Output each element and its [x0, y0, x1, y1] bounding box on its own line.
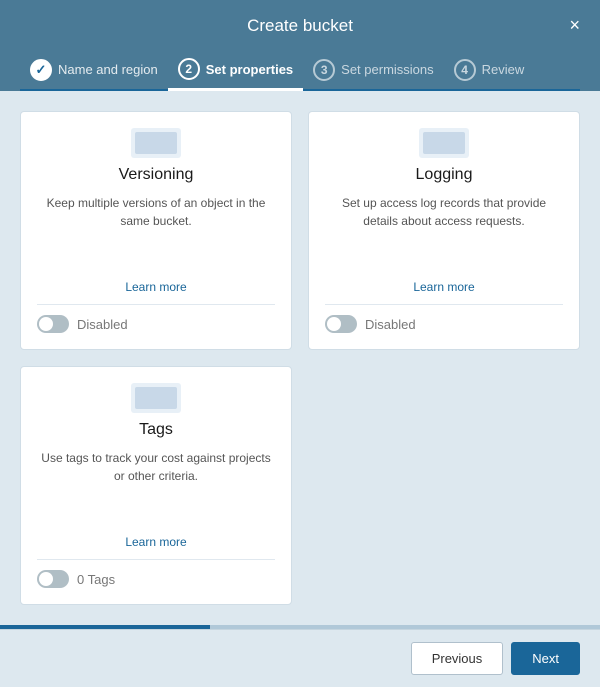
tags-card: Tags Use tags to track your cost against… — [20, 366, 292, 605]
step-1-number: ✓ — [30, 59, 52, 81]
logging-title: Logging — [416, 166, 473, 184]
step-3-number-text: 3 — [321, 63, 328, 77]
step-4[interactable]: 4 Review — [444, 51, 535, 89]
logging-learn-more[interactable]: Learn more — [413, 280, 474, 294]
logging-toggle-row: Disabled — [325, 315, 563, 333]
tags-toggle[interactable] — [37, 570, 69, 588]
versioning-card: Versioning Keep multiple versions of an … — [20, 111, 292, 350]
step-2[interactable]: 2 Set properties — [168, 50, 303, 91]
versioning-toggle-row: Disabled — [37, 315, 275, 333]
logging-icon — [419, 128, 469, 158]
cards-grid: Versioning Keep multiple versions of an … — [20, 111, 580, 605]
tags-icon — [131, 383, 181, 413]
tags-divider — [37, 559, 275, 560]
logging-toggle-label: Disabled — [365, 317, 416, 332]
tags-title: Tags — [139, 421, 173, 439]
close-button[interactable]: × — [569, 16, 580, 34]
modal-body: Versioning Keep multiple versions of an … — [0, 91, 600, 625]
logging-description: Set up access log records that provide d… — [325, 194, 563, 272]
step-2-number-text: 2 — [185, 62, 192, 76]
versioning-description: Keep multiple versions of an object in t… — [37, 194, 275, 272]
tags-count-label: 0 Tags — [77, 572, 115, 587]
step-2-label: Set properties — [206, 62, 293, 77]
step-3[interactable]: 3 Set permissions — [303, 51, 443, 89]
versioning-toggle[interactable] — [37, 315, 69, 333]
step-4-label: Review — [482, 62, 525, 77]
step-4-number: 4 — [454, 59, 476, 81]
step-2-number: 2 — [178, 58, 200, 80]
previous-button[interactable]: Previous — [411, 642, 504, 675]
modal-footer: Previous Next — [0, 629, 600, 687]
versioning-title: Versioning — [119, 166, 194, 184]
next-button[interactable]: Next — [511, 642, 580, 675]
tags-description: Use tags to track your cost against proj… — [37, 449, 275, 527]
tags-learn-more[interactable]: Learn more — [125, 535, 186, 549]
steps-row: ✓ Name and region 2 Set properties 3 Set… — [20, 50, 580, 91]
versioning-icon — [131, 128, 181, 158]
versioning-learn-more[interactable]: Learn more — [125, 280, 186, 294]
versioning-toggle-label: Disabled — [77, 317, 128, 332]
step-3-number: 3 — [313, 59, 335, 81]
logging-toggle[interactable] — [325, 315, 357, 333]
step-1-label: Name and region — [58, 62, 158, 77]
step-1[interactable]: ✓ Name and region — [20, 51, 168, 89]
step-4-number-text: 4 — [461, 63, 468, 77]
modal-header: Create bucket × ✓ Name and region 2 Set … — [0, 0, 600, 91]
versioning-divider — [37, 304, 275, 305]
logging-divider — [325, 304, 563, 305]
create-bucket-modal: Create bucket × ✓ Name and region 2 Set … — [0, 0, 600, 687]
checkmark-icon: ✓ — [36, 62, 47, 78]
modal-title: Create bucket — [247, 16, 353, 36]
step-3-label: Set permissions — [341, 62, 433, 77]
logging-card: Logging Set up access log records that p… — [308, 111, 580, 350]
modal-title-row: Create bucket × — [20, 16, 580, 36]
tags-toggle-row: 0 Tags — [37, 570, 275, 588]
